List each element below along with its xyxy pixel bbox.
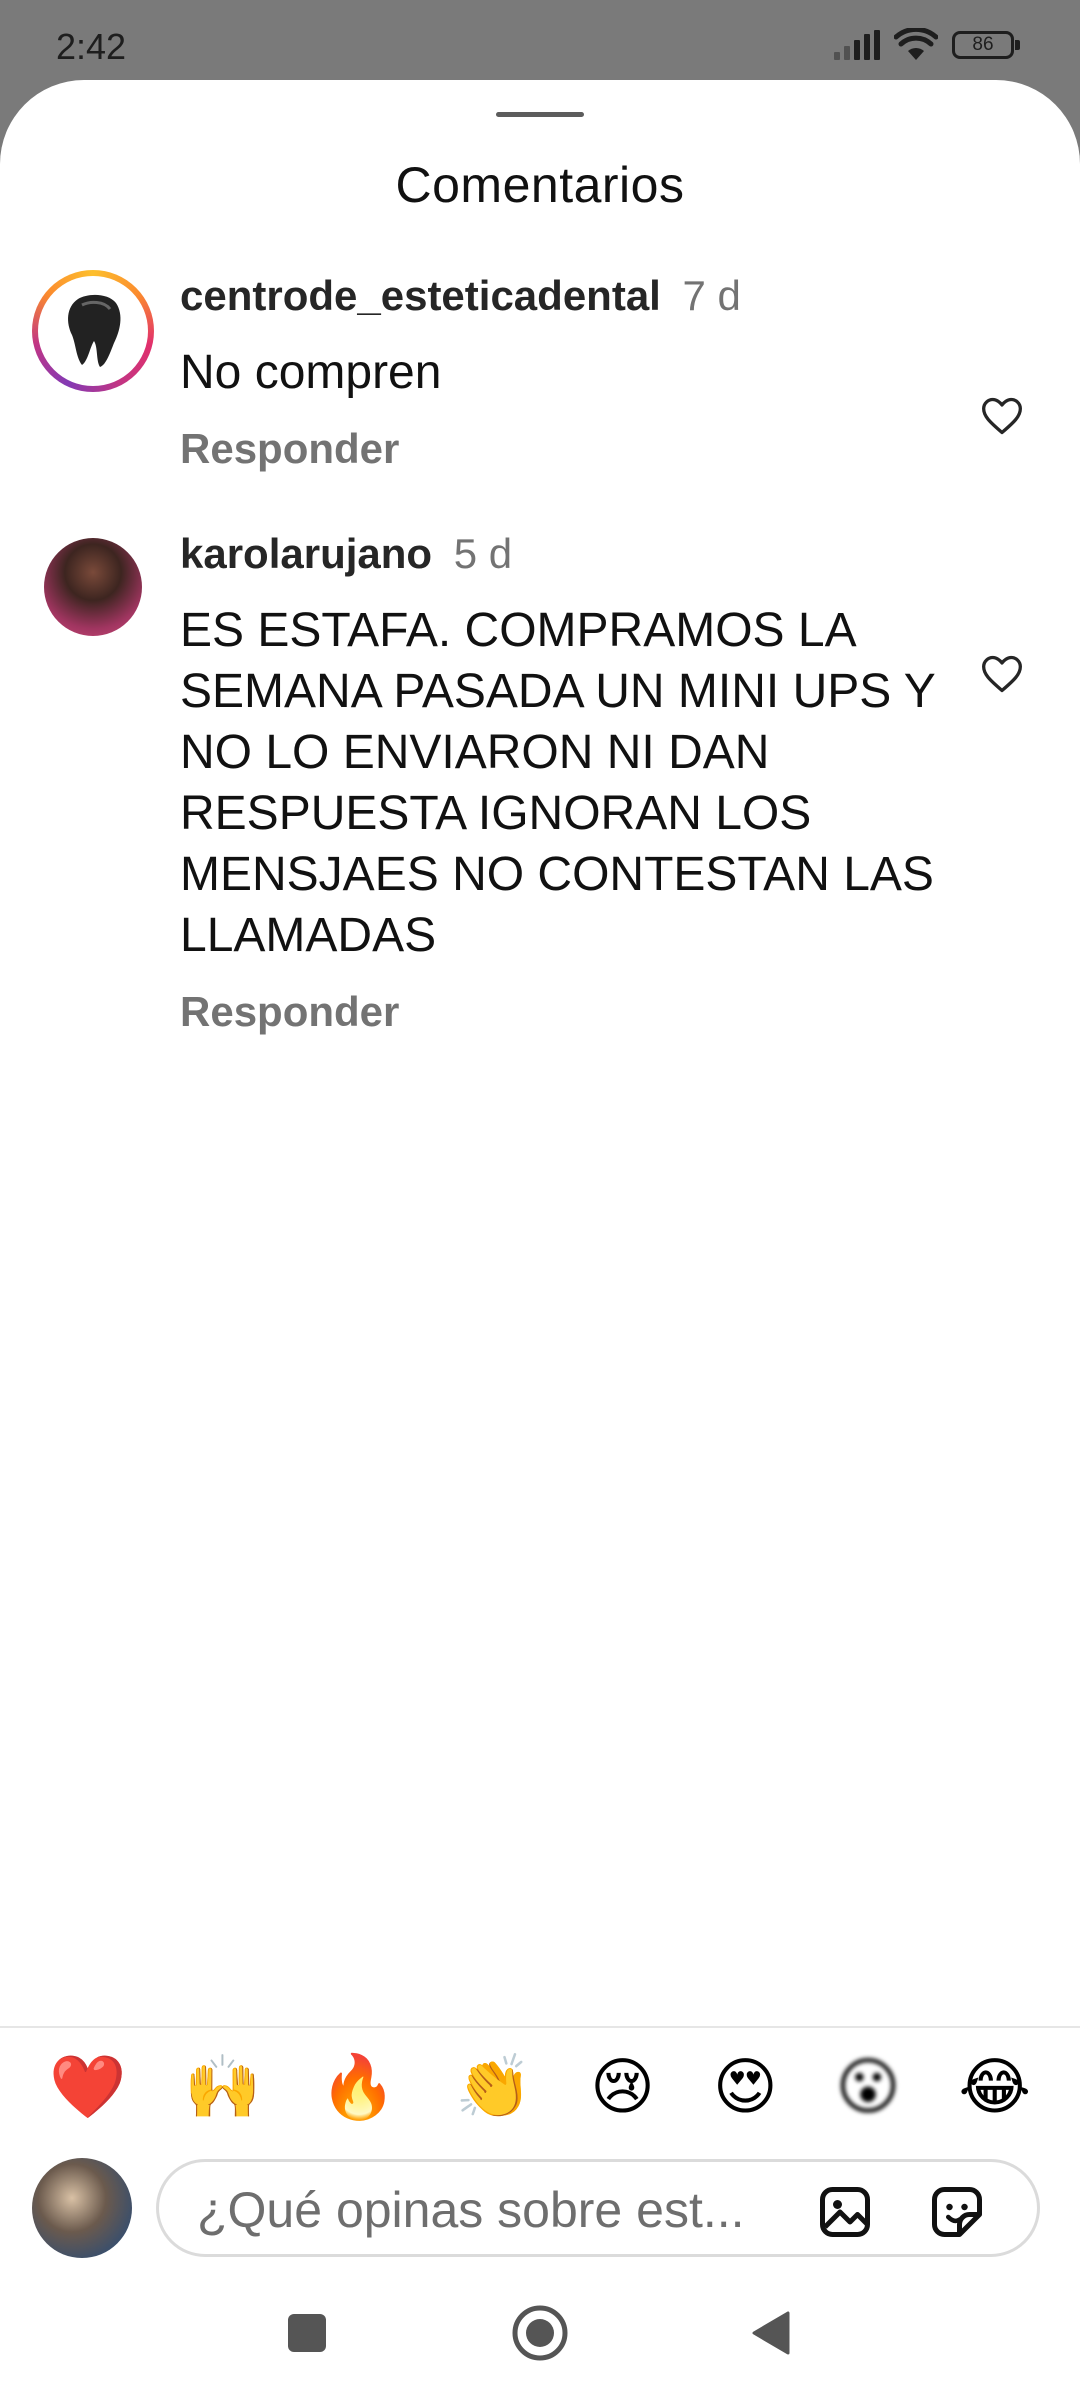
signal-icon (834, 30, 880, 60)
image-icon[interactable] (815, 2182, 875, 2242)
comment-username[interactable]: karolarujano (180, 530, 432, 577)
comment-time: 5 d (453, 530, 513, 577)
divider (0, 2026, 1080, 2028)
recents-button[interactable] (286, 2312, 328, 2354)
wifi-icon (894, 28, 938, 60)
reaction-heart[interactable]: ❤️ (49, 2048, 126, 2128)
battery-level: 86 (972, 34, 994, 55)
reaction-laughing[interactable]: 😂 (958, 2048, 1030, 2128)
status-time: 2:42 (56, 26, 127, 67)
home-button[interactable] (511, 2304, 569, 2362)
reaction-surprised[interactable]: 😮 (836, 2048, 901, 2128)
reaction-raised-hands[interactable]: 🙌 (184, 2048, 261, 2128)
comment-composer (156, 2159, 1040, 2257)
avatar (43, 281, 143, 381)
reply-button[interactable]: Responder (180, 988, 399, 1036)
comment-input[interactable] (195, 2180, 809, 2240)
sticker-icon[interactable] (927, 2182, 987, 2242)
reply-button[interactable]: Responder (180, 425, 399, 473)
tooth-logo-icon (68, 294, 121, 367)
avatar[interactable] (44, 538, 142, 636)
sheet-title: Comentarios (395, 157, 685, 213)
comment-header: karolarujano 5 d (180, 530, 512, 578)
reaction-clap[interactable]: 👏 (455, 2048, 532, 2128)
comment-time: 7 d (682, 272, 741, 319)
reaction-crying[interactable]: 😢 (590, 2048, 655, 2128)
back-button[interactable] (750, 2309, 792, 2357)
heart-icon[interactable] (980, 652, 1024, 696)
heart-icon[interactable] (980, 394, 1024, 438)
comment-username[interactable]: centrode_esteticadental (180, 272, 661, 319)
reaction-fire[interactable]: 🔥 (320, 2048, 397, 2128)
comment-text: No compren (180, 346, 442, 399)
current-user-avatar (32, 2158, 132, 2258)
comments-sheet: Comentarios centrode_esteticadental 7 d … (0, 80, 1080, 2400)
comment-header: centrode_esteticadental 7 d (180, 272, 741, 320)
comment-text: ES ESTAFA. COMPRAMOS LA SEMANA PASADA UN… (180, 604, 935, 962)
avatar-story-ring[interactable] (32, 270, 154, 392)
system-nav-bar (0, 2282, 1080, 2400)
quick-reaction-bar: ❤️ 🙌 🔥 👏 😢 😍 😮 😂 (0, 2048, 1080, 2128)
status-icons: 86 (834, 28, 1020, 62)
status-bar: 2:42 86 (0, 0, 1080, 80)
battery-icon: 86 (952, 31, 1020, 59)
drag-handle[interactable] (496, 112, 584, 117)
reaction-heart-eyes[interactable]: 😍 (713, 2048, 778, 2128)
